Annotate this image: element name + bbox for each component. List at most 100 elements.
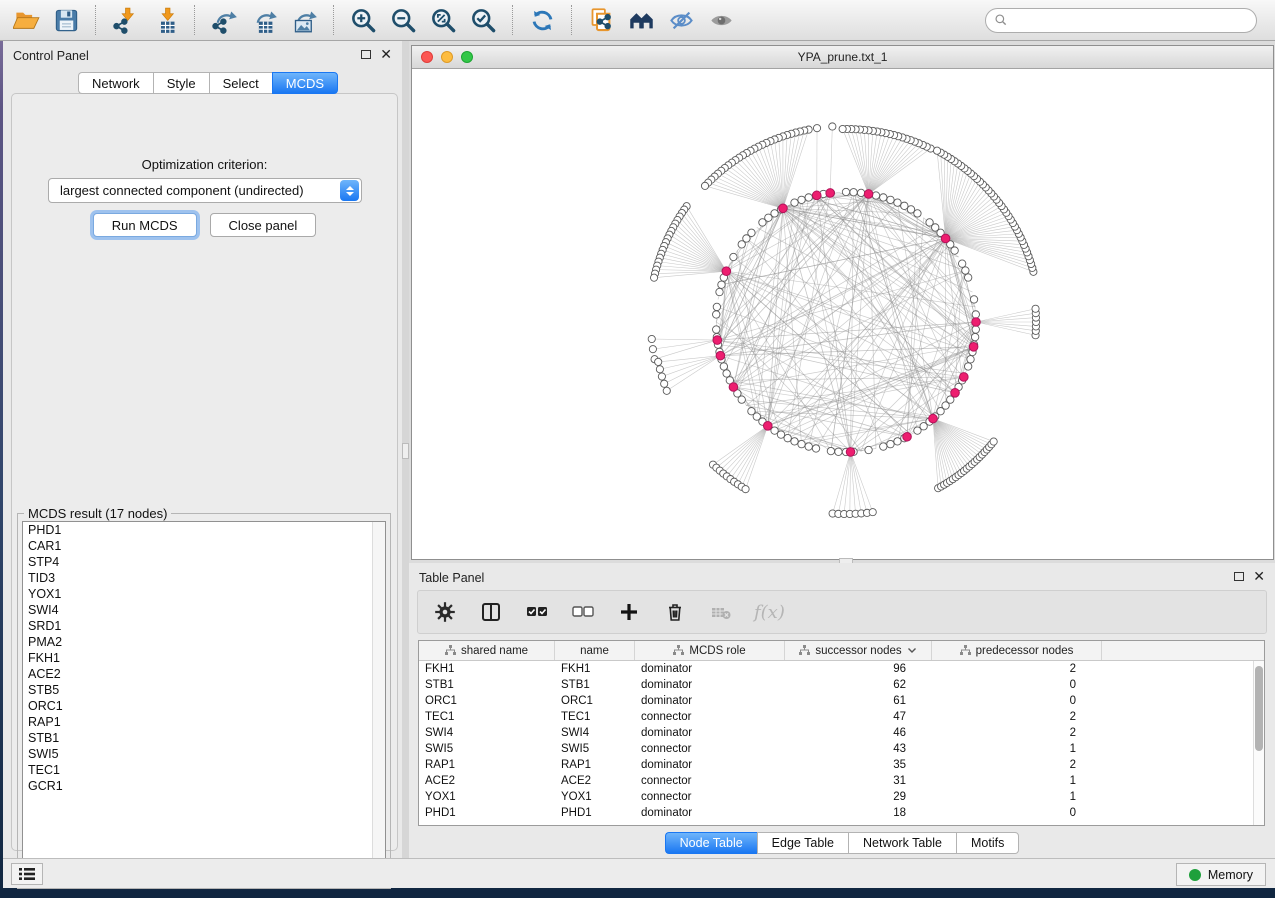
deselect-all-button[interactable] bbox=[570, 599, 596, 625]
hide-selected-button[interactable] bbox=[663, 3, 699, 37]
table-cell: 29 bbox=[785, 789, 932, 805]
settings-button[interactable] bbox=[432, 599, 458, 625]
float-table-panel-icon[interactable] bbox=[1234, 572, 1244, 581]
export-network-icon bbox=[211, 7, 238, 34]
mcds-result-item[interactable]: RAP1 bbox=[23, 714, 385, 730]
table-cell: YOX1 bbox=[419, 789, 555, 805]
tab-node-table[interactable]: Node Table bbox=[665, 832, 757, 854]
show-all-button[interactable] bbox=[703, 3, 739, 37]
zoom-out-button[interactable] bbox=[385, 3, 421, 37]
export-table-button[interactable] bbox=[246, 3, 282, 37]
select-all-button[interactable] bbox=[524, 599, 550, 625]
table-cell: 47 bbox=[785, 709, 932, 725]
table-scrollbar[interactable] bbox=[1253, 661, 1264, 825]
mcds-result-item[interactable]: ORC1 bbox=[23, 698, 385, 714]
mcds-result-item[interactable]: PHD1 bbox=[23, 522, 385, 538]
table-row[interactable]: RAP1RAP1dominator352 bbox=[419, 757, 1264, 773]
mcds-result-item[interactable]: FKH1 bbox=[23, 650, 385, 666]
mcds-result-item[interactable]: SWI4 bbox=[23, 602, 385, 618]
table-cell: dominator bbox=[635, 693, 785, 709]
mcds-result-item[interactable]: STP4 bbox=[23, 554, 385, 570]
first-neighbors-icon bbox=[628, 7, 655, 34]
column-header-MCDS-role[interactable]: MCDS role bbox=[635, 641, 785, 660]
desktop-strip-bottom bbox=[0, 888, 1275, 898]
mcds-result-item[interactable]: STB1 bbox=[23, 730, 385, 746]
tab-style[interactable]: Style bbox=[153, 72, 209, 94]
column-header-predecessor-nodes[interactable]: predecessor nodes bbox=[932, 641, 1102, 660]
zoom-selected-button[interactable] bbox=[465, 3, 501, 37]
task-history-button[interactable] bbox=[11, 863, 43, 885]
import-network-button[interactable] bbox=[107, 3, 143, 37]
save-session-button[interactable] bbox=[48, 3, 84, 37]
mcds-result-group: MCDS result (17 nodes) PHD1CAR1STP4TID3Y… bbox=[17, 513, 391, 889]
table-row[interactable]: ACE2ACE2connector311 bbox=[419, 773, 1264, 789]
table-row[interactable]: SWI4SWI4dominator462 bbox=[419, 725, 1264, 741]
duplicate-network-button[interactable] bbox=[583, 3, 619, 37]
table-row[interactable]: PHD1PHD1dominator180 bbox=[419, 805, 1264, 821]
table-row[interactable]: SWI5SWI5connector431 bbox=[419, 741, 1264, 757]
table-cell: RAP1 bbox=[419, 757, 555, 773]
sort-desc-icon bbox=[907, 647, 917, 654]
export-network-button[interactable] bbox=[206, 3, 242, 37]
tab-motifs[interactable]: Motifs bbox=[956, 832, 1019, 854]
mcds-result-item[interactable]: ACE2 bbox=[23, 666, 385, 682]
save-session-icon bbox=[53, 7, 80, 34]
mcds-result-item[interactable]: CAR1 bbox=[23, 538, 385, 554]
mcds-result-list[interactable]: PHD1CAR1STP4TID3YOX1SWI4SRD1PMA2FKH1ACE2… bbox=[22, 521, 386, 883]
table-scrollbar-thumb[interactable] bbox=[1255, 666, 1263, 751]
column-header-shared-name[interactable]: shared name bbox=[419, 641, 555, 660]
show-columns-button[interactable] bbox=[478, 599, 504, 625]
tab-edge-table[interactable]: Edge Table bbox=[757, 832, 848, 854]
import-table-button[interactable] bbox=[147, 3, 183, 37]
table-cell: PHD1 bbox=[555, 805, 635, 821]
import-network-icon bbox=[112, 7, 139, 34]
mcds-result-item[interactable]: PMA2 bbox=[23, 634, 385, 650]
mcds-result-item[interactable]: GCR1 bbox=[23, 778, 385, 794]
mcds-result-item[interactable]: STB5 bbox=[23, 682, 385, 698]
float-panel-icon[interactable] bbox=[361, 50, 371, 59]
table-row[interactable]: ORC1ORC1dominator610 bbox=[419, 693, 1264, 709]
network-window-titlebar[interactable]: YPA_prune.txt_1 bbox=[412, 46, 1273, 69]
network-view-window: YPA_prune.txt_1 bbox=[411, 45, 1274, 560]
toolbar-separator bbox=[512, 5, 513, 35]
table-cell: 43 bbox=[785, 741, 932, 757]
table-cell: ACE2 bbox=[555, 773, 635, 789]
run-mcds-button[interactable]: Run MCDS bbox=[93, 213, 197, 237]
memory-button[interactable]: Memory bbox=[1176, 863, 1266, 886]
tab-network-table[interactable]: Network Table bbox=[848, 832, 956, 854]
close-panel-icon[interactable]: ✕ bbox=[380, 49, 392, 59]
table-row[interactable]: STB1STB1dominator620 bbox=[419, 677, 1264, 693]
tab-network[interactable]: Network bbox=[78, 72, 153, 94]
network-canvas[interactable] bbox=[412, 69, 1273, 559]
delete-button[interactable] bbox=[662, 599, 688, 625]
table-row[interactable]: TEC1TEC1connector472 bbox=[419, 709, 1264, 725]
close-panel-button[interactable]: Close panel bbox=[210, 213, 317, 237]
close-table-panel-icon[interactable]: ✕ bbox=[1253, 571, 1265, 581]
export-image-button[interactable] bbox=[286, 3, 322, 37]
vertical-splitter-handle[interactable] bbox=[402, 443, 409, 459]
table-cell: dominator bbox=[635, 661, 785, 677]
zoom-fit-button[interactable] bbox=[425, 3, 461, 37]
status-bar: Memory bbox=[3, 858, 1275, 888]
search-input[interactable] bbox=[985, 8, 1257, 33]
mcds-result-item[interactable]: SWI5 bbox=[23, 746, 385, 762]
column-header-name[interactable]: name bbox=[555, 641, 635, 660]
mcds-list-scrollbar[interactable] bbox=[372, 522, 385, 882]
vertical-splitter[interactable] bbox=[402, 41, 409, 858]
column-header-successor-nodes[interactable]: successor nodes bbox=[785, 641, 932, 660]
zoom-in-button[interactable] bbox=[345, 3, 381, 37]
add-button[interactable] bbox=[616, 599, 642, 625]
mcds-result-item[interactable]: SRD1 bbox=[23, 618, 385, 634]
first-neighbors-button[interactable] bbox=[623, 3, 659, 37]
mcds-result-item[interactable]: TEC1 bbox=[23, 762, 385, 778]
refresh-button[interactable] bbox=[524, 3, 560, 37]
tab-mcds[interactable]: MCDS bbox=[272, 72, 338, 94]
mcds-result-item[interactable]: YOX1 bbox=[23, 586, 385, 602]
table-row[interactable]: YOX1YOX1connector291 bbox=[419, 789, 1264, 805]
mcds-result-item[interactable]: TID3 bbox=[23, 570, 385, 586]
open-file-button[interactable] bbox=[8, 3, 44, 37]
table-cell: connector bbox=[635, 773, 785, 789]
optimization-criterion-select[interactable]: largest connected component (undirected) bbox=[48, 178, 362, 203]
table-row[interactable]: FKH1FKH1dominator962 bbox=[419, 661, 1264, 677]
tab-select[interactable]: Select bbox=[209, 72, 272, 94]
